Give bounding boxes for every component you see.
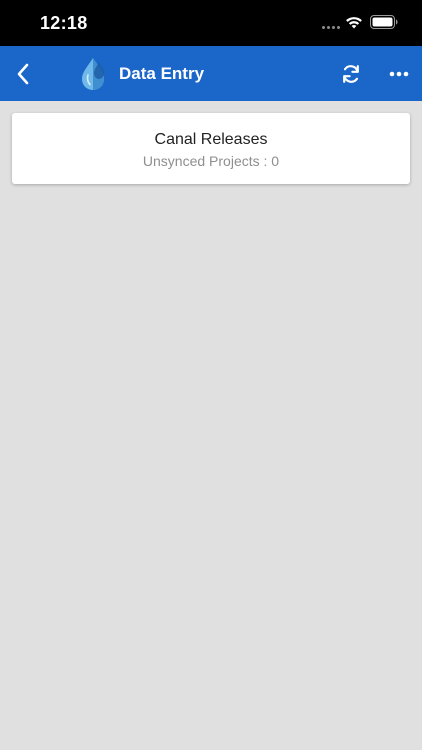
card-title: Canal Releases [154, 131, 268, 148]
app-bar: Data Entry [0, 46, 422, 101]
page-title: Data Entry [119, 64, 205, 83]
sync-icon [343, 65, 359, 83]
status-bar: 12:18 [0, 0, 422, 46]
status-time: 12:18 [40, 13, 88, 33]
battery-icon [370, 15, 398, 29]
wifi-icon [346, 17, 362, 29]
sync-button[interactable] [338, 61, 364, 87]
back-chevron-icon [17, 63, 29, 85]
water-drop-logo-icon [82, 58, 104, 90]
card-subtitle: Unsynced Projects : 0 [142, 153, 280, 169]
signal-dots-icon [322, 26, 340, 29]
more-options-button[interactable] [386, 61, 412, 87]
more-dots-icon [389, 71, 409, 77]
project-card-canal-releases[interactable]: Canal Releases Unsynced Projects : 0 [12, 113, 410, 184]
back-button[interactable] [10, 60, 36, 88]
